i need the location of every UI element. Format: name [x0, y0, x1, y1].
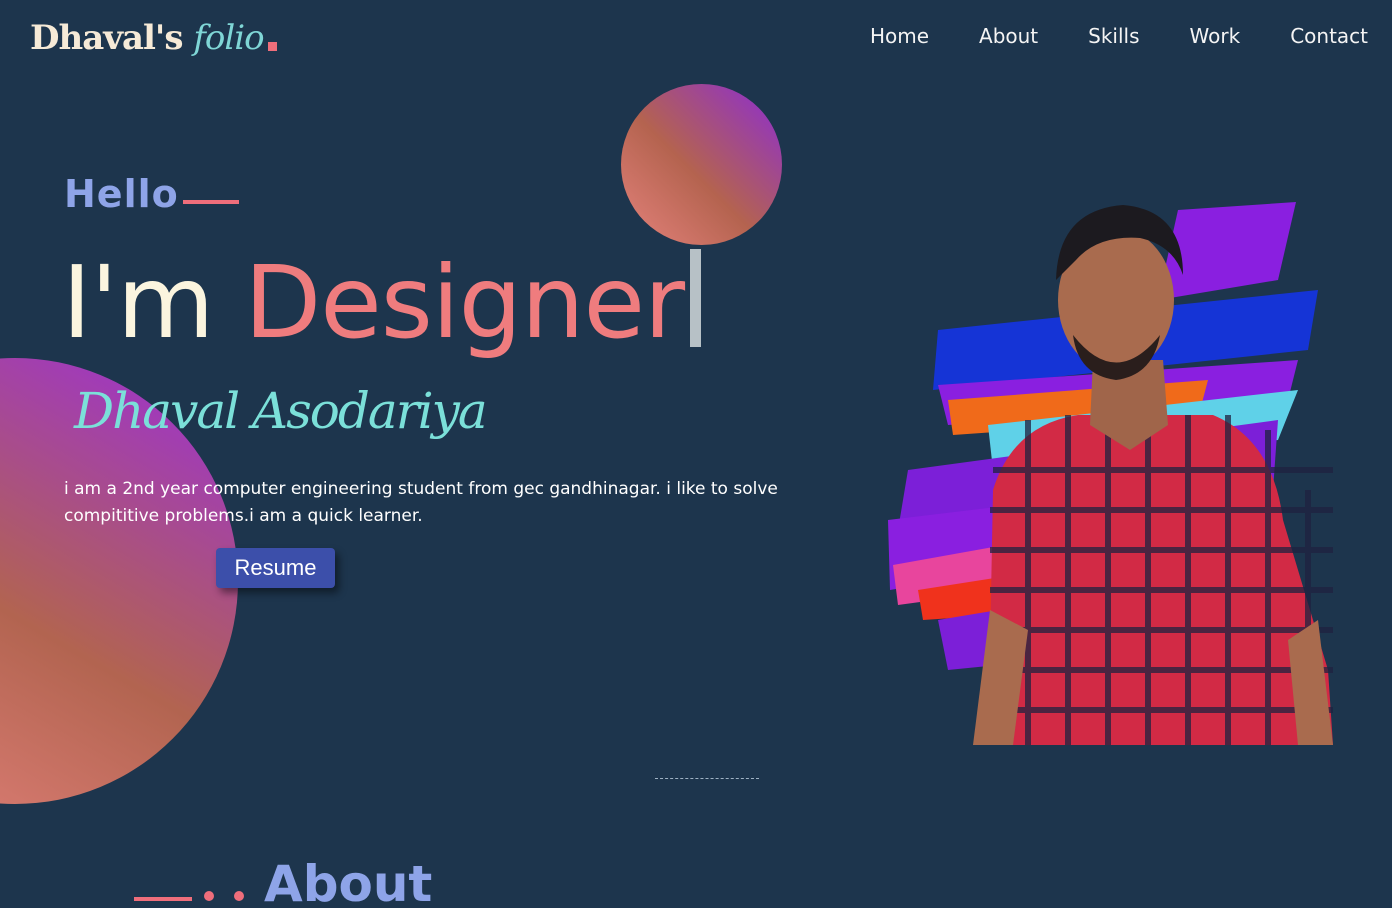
greeting-underline — [182, 200, 239, 204]
logo-folio: folio — [193, 18, 264, 58]
nav-about[interactable]: About — [979, 24, 1038, 48]
about-title: About — [264, 855, 433, 908]
nav-home[interactable]: Home — [870, 24, 929, 48]
decorative-circle-top — [621, 84, 782, 245]
main-nav: Home About Skills Work Contact — [870, 24, 1368, 48]
nav-contact[interactable]: Contact — [1290, 24, 1368, 48]
headline-role: Designer — [244, 244, 685, 361]
portrait-image — [888, 202, 1333, 745]
nav-skills[interactable]: Skills — [1088, 24, 1139, 48]
about-heading: About — [134, 854, 432, 908]
logo-dot — [267, 42, 277, 51]
bio-text: i am a 2nd year computer engineering stu… — [64, 479, 778, 526]
logo[interactable]: Dhaval's folio — [30, 18, 277, 58]
logo-name: Dhaval's — [30, 18, 183, 58]
headline: I'm Designer — [62, 244, 702, 362]
greeting-text: Hello — [64, 172, 179, 216]
headline-prefix: I'm — [62, 244, 214, 361]
page: Dhaval's folio Home About Skills Work Co… — [0, 0, 1392, 908]
scroll-divider — [655, 778, 759, 779]
about-dot — [234, 891, 244, 901]
person-figure — [973, 205, 1333, 745]
about-dot — [204, 891, 214, 901]
about-underline — [134, 897, 192, 901]
signature-name: Dhaval Asodariya — [74, 382, 488, 440]
resume-button[interactable]: Resume — [216, 548, 335, 588]
nav-work[interactable]: Work — [1190, 24, 1241, 48]
greeting: Hello — [64, 172, 239, 216]
typing-cursor — [690, 249, 702, 347]
